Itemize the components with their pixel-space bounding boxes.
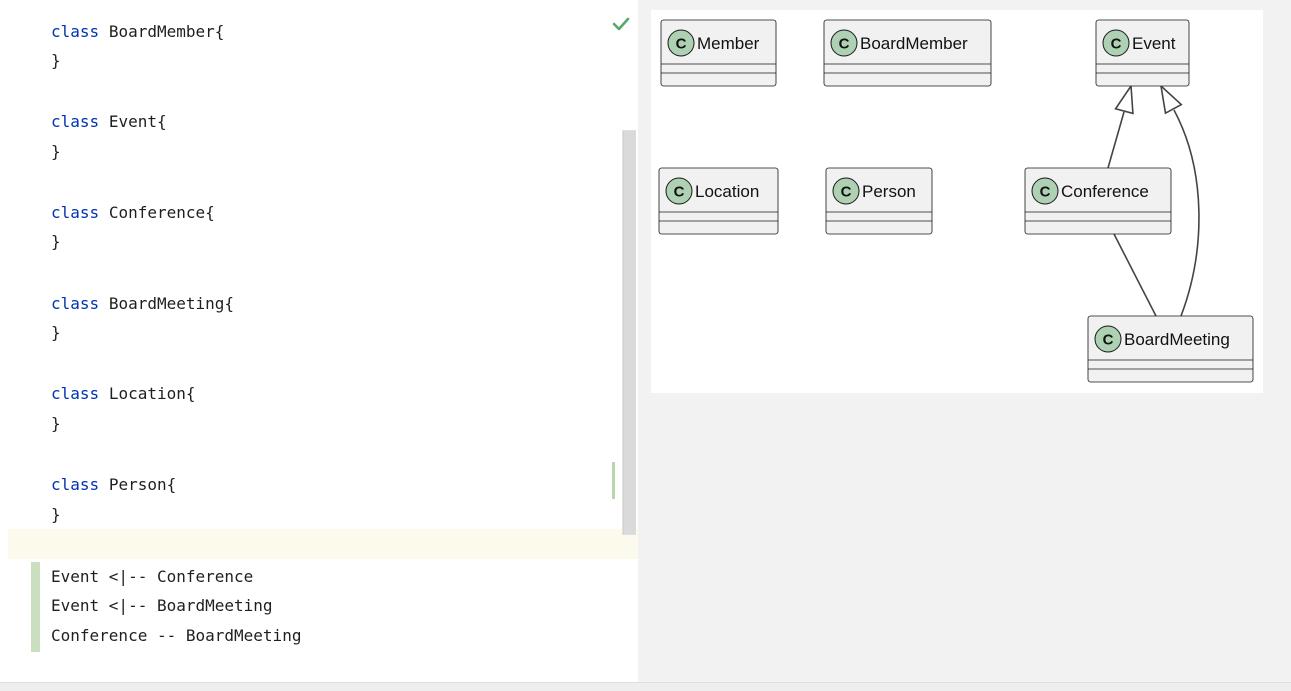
code-line[interactable]: class Event{ [51, 110, 167, 134]
code-line[interactable]: } [51, 140, 61, 164]
class-name-label: Person [862, 182, 916, 201]
class-name: BoardMember{ [108, 22, 225, 41]
code-line[interactable]: } [51, 412, 61, 436]
code-line[interactable]: class Conference{ [51, 201, 215, 225]
class-stereotype-letter: C [1103, 332, 1114, 349]
keyword: class [51, 203, 100, 222]
current-line-highlight [8, 529, 638, 559]
relation-line[interactable]: Conference -- BoardMeeting [51, 624, 301, 648]
code-line[interactable]: } [51, 503, 61, 527]
class-name: Location{ [108, 384, 196, 403]
class-name: Conference{ [108, 203, 215, 222]
class-box-event: C Event [1095, 19, 1190, 87]
class-name: BoardMeeting{ [108, 294, 235, 313]
check-icon [612, 17, 630, 31]
class-box-person: C Person [825, 167, 933, 235]
inheritance-arrowhead [1114, 83, 1134, 115]
class-name: Event{ [108, 112, 167, 131]
class-box-boardmember: C BoardMember [823, 19, 992, 87]
class-name: Person{ [108, 475, 177, 494]
relation-line[interactable]: Event <|-- BoardMeeting [51, 594, 273, 618]
class-box-conference: C Conference [1024, 167, 1172, 235]
keyword: class [51, 294, 100, 313]
diagram-canvas: C Member C BoardMember C Event C Location C Perso… [658, 19, 1254, 383]
class-name-label: Member [697, 34, 760, 53]
keyword: class [51, 22, 100, 41]
class-stereotype-letter: C [674, 184, 685, 201]
code-line[interactable]: } [51, 49, 61, 73]
code-line[interactable]: class Person{ [51, 473, 176, 497]
vcs-change-marker [31, 562, 40, 652]
class-stereotype-letter: C [676, 36, 687, 53]
class-stereotype-letter: C [1040, 184, 1051, 201]
keyword: class [51, 112, 100, 131]
edge-line [1113, 233, 1157, 317]
class-name-label: Location [695, 182, 759, 201]
class-box-boardmeeting: C BoardMeeting [1087, 315, 1254, 383]
edge-line [1107, 111, 1125, 169]
code-line[interactable]: class Location{ [51, 382, 196, 406]
keyword: class [51, 475, 100, 494]
association-edge [1113, 233, 1157, 317]
code-line[interactable]: class BoardMeeting{ [51, 292, 234, 316]
class-stereotype-letter: C [839, 36, 850, 53]
class-name-label: Event [1132, 34, 1176, 53]
class-name-label: BoardMeeting [1124, 330, 1230, 349]
class-box-location: C Location [658, 167, 779, 235]
class-stereotype-letter: C [1111, 36, 1122, 53]
class-name-label: BoardMember [860, 34, 968, 53]
inheritance-arrowhead [1159, 83, 1183, 115]
scrollbar-thumb[interactable] [623, 131, 636, 534]
code-line[interactable]: } [51, 321, 61, 345]
relation-line[interactable]: Event <|-- Conference [51, 565, 253, 589]
uml-diagram-preview: C Member C BoardMember C Event C Location C Perso… [651, 10, 1263, 393]
code-line[interactable]: } [51, 230, 61, 254]
inheritance-edge [1107, 83, 1134, 169]
class-name-label: Conference [1061, 182, 1149, 201]
edge-line [1173, 109, 1200, 317]
class-box-member: C Member [660, 19, 777, 87]
status-strip [0, 682, 1291, 691]
class-stereotype-letter: C [841, 184, 852, 201]
code-line[interactable]: class BoardMember{ [51, 20, 224, 44]
keyword: class [51, 384, 100, 403]
change-stripe-marker [612, 462, 615, 499]
